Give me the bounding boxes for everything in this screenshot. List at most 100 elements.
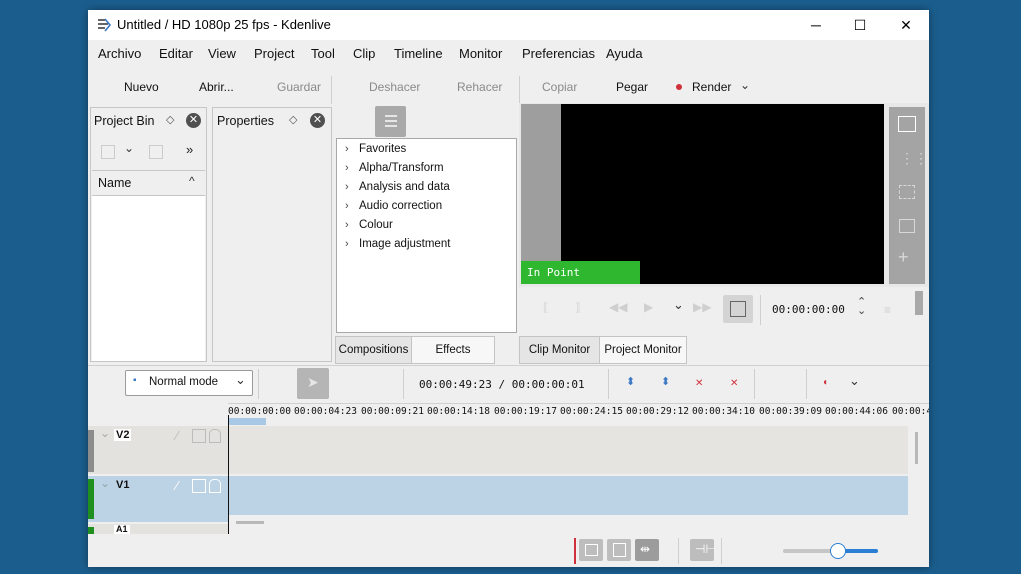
marker-icon[interactable]: ◖ <box>822 377 828 388</box>
tab-project-monitor[interactable]: Project Monitor <box>599 336 687 364</box>
effects-list-view-button[interactable] <box>375 106 406 137</box>
tab-clip-monitor[interactable]: Clip Monitor <box>519 336 600 364</box>
track-lane-v2[interactable] <box>228 426 908 474</box>
rewind-icon[interactable]: ◀◀ <box>609 300 627 314</box>
close-window-button[interactable]: ✕ <box>883 10 929 40</box>
track-header-v2[interactable]: ⌄ V2 ⁄ <box>88 426 228 474</box>
safe-zone-icon[interactable] <box>899 185 915 199</box>
forward-icon[interactable]: ▶▶ <box>693 300 711 314</box>
timecode-spin-icon[interactable]: ⌃ ⌄ <box>857 297 866 317</box>
overlay-icon[interactable] <box>899 219 915 233</box>
menu-editar[interactable]: Editar <box>159 46 193 61</box>
add-guide-icon[interactable]: + <box>898 247 909 268</box>
effect-category-audio-correction[interactable]: › Audio correction <box>337 200 516 218</box>
menu-icon[interactable]: ≡ <box>884 303 891 317</box>
split-button[interactable]: ⊣⊢ <box>690 539 716 561</box>
snap-button[interactable] <box>579 539 603 561</box>
menu-archivo[interactable]: Archivo <box>98 46 141 61</box>
film-icon[interactable] <box>192 479 206 493</box>
menu-monitor[interactable]: Monitor <box>459 46 502 61</box>
minimize-button[interactable]: ─ <box>793 10 839 40</box>
track-header-a1[interactable]: A1 <box>88 524 228 534</box>
close-panel-icon[interactable]: ✕ <box>186 113 201 128</box>
render-dot-icon <box>676 84 682 90</box>
grid-icon[interactable]: ⋮⋮ <box>900 150 928 167</box>
more-chevron-icon[interactable]: » <box>186 142 193 157</box>
kdenlive-window: Untitled / HD 1080p 25 fps - Kdenlive ─ … <box>88 10 929 567</box>
deshacer-button[interactable]: Deshacer <box>369 80 420 94</box>
monitor-video-area[interactable] <box>561 104 884 284</box>
render-button[interactable]: Render <box>692 80 731 94</box>
horizontal-scrollbar[interactable] <box>236 521 264 524</box>
menu-clip[interactable]: Clip <box>353 46 375 61</box>
pegar-button[interactable]: Pegar <box>616 80 648 94</box>
effect-category-favorites[interactable]: › Favorites <box>337 143 516 161</box>
overwrite-clip-icon[interactable]: ⬍ <box>661 375 670 388</box>
expand-chevron-icon[interactable]: › <box>345 200 349 212</box>
close-panel-icon[interactable]: ✕ <box>310 113 325 128</box>
insert-clip-icon[interactable]: ⬍ <box>626 375 635 388</box>
menu-tool[interactable]: Tool <box>311 46 335 61</box>
set-out-icon[interactable]: ⟧ <box>575 301 580 314</box>
rehacer-button[interactable]: Rehacer <box>457 80 502 94</box>
abrir-button[interactable]: Abrir... <box>199 80 234 94</box>
effect-category-colour[interactable]: › Colour <box>337 219 516 237</box>
collapse-chevron-icon[interactable]: ⌄ <box>100 426 110 440</box>
fit-zoom-icon[interactable] <box>898 116 916 132</box>
zoom-slider-handle[interactable] <box>830 543 846 559</box>
expand-chevron-icon[interactable]: › <box>345 143 349 155</box>
zoom-fit-button[interactable] <box>723 295 753 323</box>
expand-chevron-icon[interactable]: › <box>345 219 349 231</box>
name-column-header[interactable]: Name ^ <box>92 171 205 196</box>
extract-icon[interactable]: ✕ <box>695 378 703 389</box>
float-diamond-icon[interactable]: ◇ <box>166 113 174 126</box>
collapse-chevron-icon[interactable]: ⌄ <box>100 476 110 490</box>
menu-view[interactable]: View <box>208 46 236 61</box>
mode-dot-icon: ▪ <box>133 375 137 386</box>
selection-tool-button[interactable]: ➤ <box>297 368 329 399</box>
film-mode-button[interactable] <box>607 539 631 561</box>
add-clip-icon[interactable] <box>101 145 115 159</box>
menu-preferencias[interactable]: Preferencias <box>522 46 595 61</box>
nuevo-button[interactable]: Nuevo <box>124 80 159 94</box>
expand-chevron-icon[interactable]: › <box>345 162 349 174</box>
tab-effects[interactable]: Effects <box>411 336 495 364</box>
audio-thumbs-button[interactable]: ⇹ <box>635 539 659 561</box>
monitor-tool-strip: ⋮⋮ + <box>889 107 928 284</box>
tab-compositions[interactable]: Compositions <box>335 336 412 364</box>
expand-chevron-icon[interactable]: › <box>345 181 349 193</box>
menu-ayuda[interactable]: Ayuda <box>606 46 643 61</box>
float-diamond-icon[interactable]: ◇ <box>289 113 297 126</box>
set-in-icon[interactable]: ⟦ <box>543 301 548 314</box>
maximize-button[interactable]: ☐ <box>837 10 883 40</box>
playhead[interactable] <box>228 415 229 535</box>
effect-category-alpha-transform[interactable]: › Alpha/Transform <box>337 162 516 180</box>
play-icon[interactable]: ▶ <box>644 300 653 314</box>
effect-category-image-adjustment[interactable]: › Image adjustment <box>337 238 516 256</box>
vertical-scrollbar[interactable] <box>915 432 918 464</box>
expand-chevron-icon[interactable]: › <box>345 238 349 250</box>
project-bin-list[interactable]: Name ^ <box>92 170 205 361</box>
film-icon[interactable] <box>192 429 206 443</box>
copiar-button[interactable]: Copiar <box>542 80 577 94</box>
lift-icon[interactable]: ✕ <box>730 378 738 389</box>
effects-tree[interactable]: › Favorites › Alpha/Transform › Analysis an… <box>336 138 517 333</box>
monitor-timecode[interactable]: 00:00:00:00 <box>772 303 845 316</box>
effect-category-analysis[interactable]: › Analysis and data <box>337 181 516 199</box>
guardar-button[interactable]: Guardar <box>277 80 321 94</box>
track-header-v1[interactable]: ⌄ V1 ⁄ <box>88 476 228 522</box>
zone-marker[interactable] <box>228 418 266 425</box>
lock-icon[interactable] <box>209 429 221 443</box>
chevron-down-icon[interactable]: ⌄ <box>740 78 750 92</box>
lock-icon[interactable] <box>209 479 221 493</box>
effects-wand-icon[interactable]: ⁄ <box>176 478 178 493</box>
edit-mode-select[interactable]: ▪ Normal mode ⌄ <box>125 370 253 396</box>
folder-icon[interactable] <box>149 145 163 159</box>
chevron-down-icon[interactable]: ⌄ <box>124 141 134 155</box>
chevron-down-icon[interactable]: ⌄ <box>673 297 684 313</box>
chevron-down-icon[interactable]: ⌄ <box>849 373 860 389</box>
effects-wand-icon[interactable]: ⁄ <box>176 428 178 443</box>
menu-project[interactable]: Project <box>254 46 294 61</box>
menu-timeline[interactable]: Timeline <box>394 46 443 61</box>
track-lane-v1[interactable] <box>228 476 908 515</box>
